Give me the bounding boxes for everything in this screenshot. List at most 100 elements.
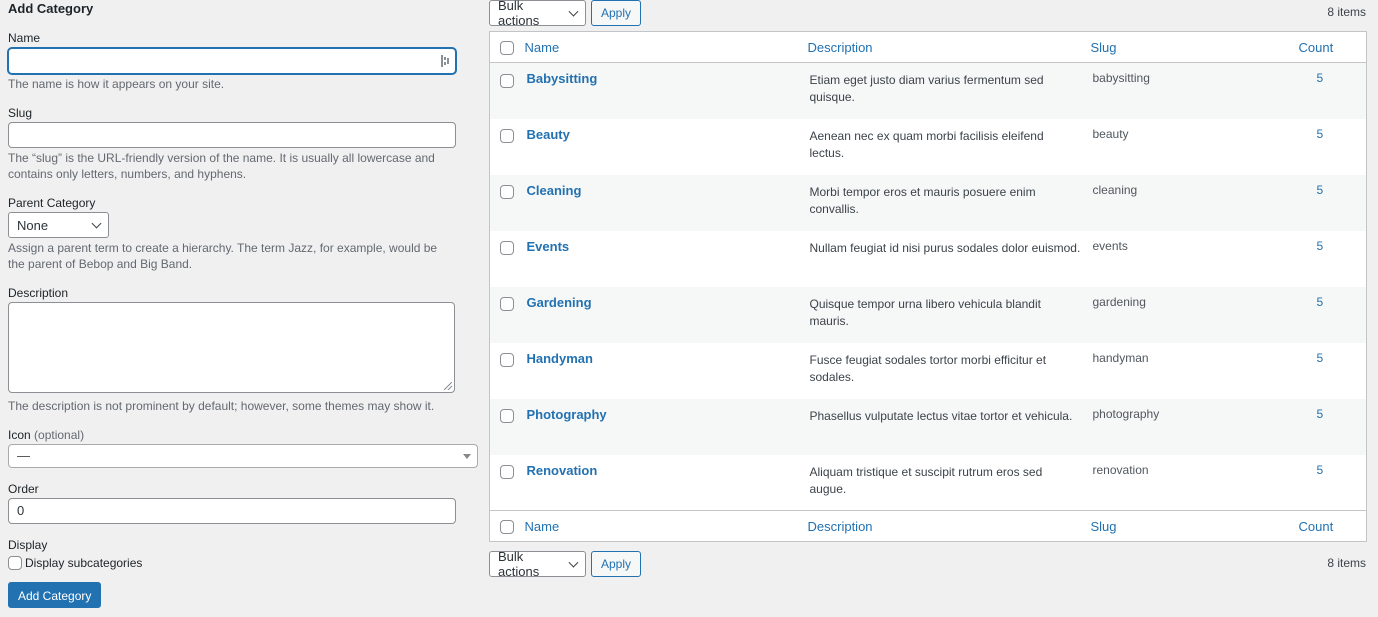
row-checkbox-cell [490, 455, 525, 511]
slug-input[interactable] [8, 122, 456, 148]
order-field-group: Order 0 [8, 481, 480, 524]
resize-handle-icon[interactable] [444, 382, 452, 390]
icon-select[interactable]: — [8, 444, 478, 468]
category-name-link[interactable]: Handyman [527, 351, 593, 366]
category-count-link[interactable]: 5 [1317, 183, 1324, 197]
display-subcategories-label[interactable]: Display subcategories [25, 556, 142, 570]
slug-field-group: Slug The “slug” is the URL-friendly vers… [8, 105, 480, 182]
row-checkbox[interactable] [500, 409, 514, 424]
apply-button-bottom[interactable]: Apply [591, 551, 642, 577]
row-slug: babysitting [1092, 71, 1150, 85]
row-slug: renovation [1092, 462, 1149, 477]
select-all-checkbox[interactable] [500, 40, 514, 55]
footer-header-count: Count [1297, 510, 1367, 542]
row-slug: events [1092, 238, 1128, 253]
display-subcategories-row: Display subcategories [8, 556, 480, 570]
row-checkbox[interactable] [500, 297, 514, 312]
apply-button-top[interactable]: Apply [591, 0, 642, 26]
order-label: Order [8, 482, 39, 496]
category-count-link[interactable]: 5 [1317, 239, 1324, 253]
category-name-link[interactable]: Cleaning [527, 183, 582, 198]
category-count-link[interactable]: 5 [1317, 463, 1324, 477]
select-all-cell [489, 31, 525, 63]
display-label: Display [8, 538, 48, 552]
table-footer-row: Name Description Slug Count [489, 510, 1367, 542]
description-textarea[interactable] [8, 302, 455, 393]
footer-header-name: Name [524, 510, 808, 542]
chevron-down-icon [568, 557, 579, 567]
description-help: The description is not prominent by defa… [8, 399, 435, 413]
parent-category-selected: None [17, 217, 49, 233]
sort-by-slug-link-footer[interactable]: Slug [1091, 519, 1117, 534]
table-row: Babysitting Etiam eget justo diam varius … [489, 62, 1367, 119]
sort-by-description-link[interactable]: Description [808, 40, 873, 55]
submit-row: Add Category [8, 582, 480, 608]
category-count-link[interactable]: 5 [1317, 351, 1324, 365]
category-name-link[interactable]: Gardening [527, 295, 592, 310]
row-count-cell: 5 [1298, 455, 1367, 511]
tablenav-top: Bulk actions Apply 8 items [489, 0, 1366, 28]
sort-by-slug-link[interactable]: Slug [1091, 40, 1117, 55]
row-checkbox[interactable] [500, 73, 514, 88]
row-checkbox-cell [490, 175, 525, 231]
add-category-button[interactable]: Add Category [8, 582, 102, 608]
sort-by-description-link-footer[interactable]: Description [808, 519, 873, 534]
display-subcategories-checkbox[interactable] [8, 556, 22, 570]
row-name-cell: Babysitting [525, 63, 808, 119]
select-all-cell-footer [489, 510, 525, 542]
chevron-down-icon [568, 6, 579, 16]
row-checkbox[interactable] [500, 241, 514, 256]
row-count-cell: 5 [1298, 175, 1367, 231]
name-field-group: Name The name is how it appears on your … [8, 30, 480, 92]
row-count-cell: 5 [1298, 231, 1367, 287]
table-row: Cleaning Morbi tempor eros et mauris posu… [489, 174, 1367, 231]
row-description: Aliquam tristique et suscipit rutrum ero… [809, 464, 1043, 496]
category-name-link[interactable]: Beauty [527, 127, 570, 142]
description-label: Description [8, 286, 69, 300]
table-body: Babysitting Etiam eget justo diam varius … [489, 62, 1367, 511]
column-header-name: Name [524, 31, 808, 63]
category-count-link[interactable]: 5 [1317, 407, 1324, 421]
sort-by-count-link[interactable]: Count [1299, 40, 1334, 55]
bulk-actions-label: Bulk actions [498, 549, 540, 579]
display-field-group: Display Display subcategories [8, 537, 480, 570]
table-row: Renovation Aliquam tristique et suscipit … [490, 455, 1367, 511]
column-header-count: Count [1297, 31, 1367, 63]
category-name-link[interactable]: Renovation [527, 463, 598, 478]
row-name-cell: Cleaning [525, 175, 808, 231]
row-slug: cleaning [1092, 182, 1138, 197]
parent-category-select[interactable]: None [8, 212, 109, 238]
bulk-actions-select-bottom[interactable]: Bulk actions [489, 549, 586, 579]
categories-table: Name Description Slug Count Babysitting E… [489, 31, 1367, 542]
dropdown-arrow-icon [463, 454, 471, 459]
sort-by-name-link[interactable]: Name [525, 40, 560, 55]
name-input[interactable] [8, 48, 456, 74]
sort-by-count-link-footer[interactable]: Count [1299, 519, 1334, 534]
slug-label: Slug [8, 106, 33, 120]
row-checkbox[interactable] [500, 129, 514, 144]
tablenav-bottom: Bulk actions Apply 8 items [489, 549, 1366, 579]
categories-list: Bulk actions Apply 8 items Name Descript… [489, 0, 1367, 579]
category-count-link[interactable]: 5 [1317, 127, 1324, 141]
password-manager-icon[interactable] [441, 55, 450, 67]
row-checkbox[interactable] [500, 353, 514, 368]
form-title: Add Category [8, 1, 94, 16]
row-checkbox[interactable] [500, 465, 514, 480]
column-header-slug: Slug [1090, 31, 1298, 63]
category-count-link[interactable]: 5 [1317, 295, 1324, 309]
row-slug: beauty [1092, 126, 1129, 141]
select-all-checkbox-footer[interactable] [500, 519, 514, 534]
category-count-link[interactable]: 5 [1317, 71, 1324, 85]
bulk-actions-select-top[interactable]: Bulk actions [489, 0, 586, 28]
order-input[interactable]: 0 [8, 498, 456, 524]
category-name-link[interactable]: Events [527, 239, 570, 254]
category-name-link[interactable]: Babysitting [527, 71, 598, 86]
category-name-link[interactable]: Photography [527, 407, 607, 422]
table-header-row: Name Description Slug Count [489, 31, 1367, 63]
footer-header-slug: Slug [1090, 510, 1298, 542]
row-name-cell: Events [525, 231, 808, 287]
row-checkbox-cell [490, 231, 525, 287]
row-checkbox[interactable] [500, 185, 514, 200]
row-description: Morbi tempor eros et mauris posuere enim… [809, 184, 1036, 216]
sort-by-name-link-footer[interactable]: Name [525, 519, 560, 534]
